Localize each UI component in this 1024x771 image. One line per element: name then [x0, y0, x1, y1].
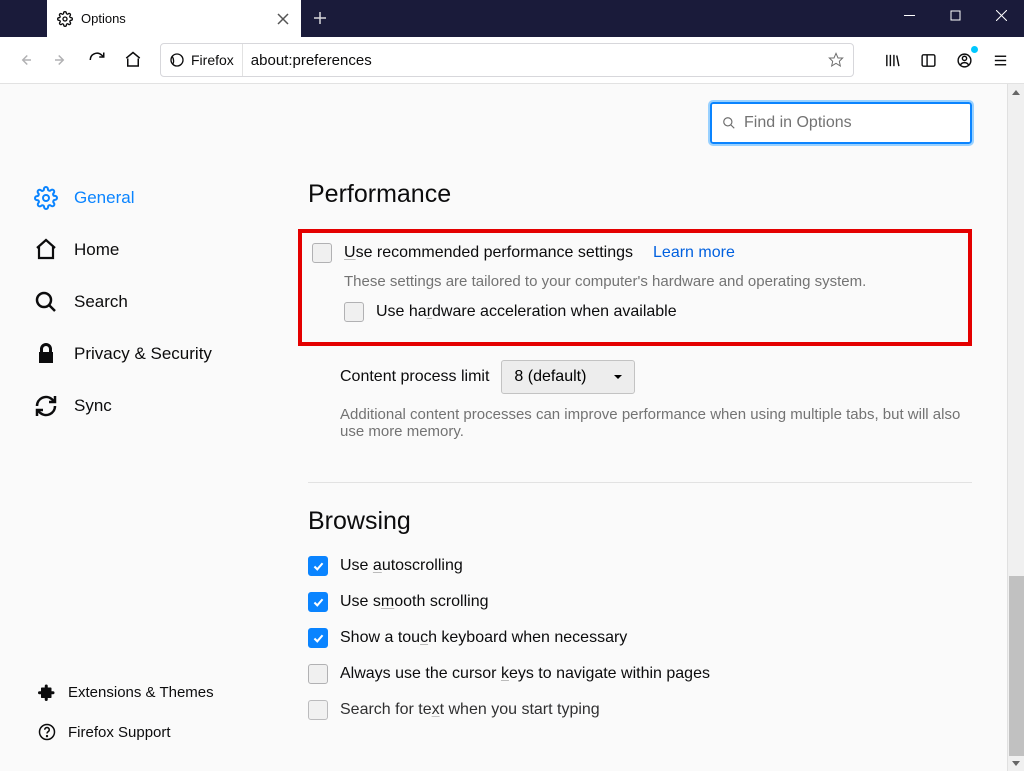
back-button[interactable]	[8, 43, 42, 77]
account-button[interactable]	[948, 44, 980, 76]
firefox-icon	[169, 52, 185, 68]
checkbox-label: Use smooth scrolling	[340, 593, 489, 611]
browsing-heading: Browsing	[308, 507, 972, 536]
sidebar-item-label: Privacy & Security	[74, 344, 212, 364]
find-in-options[interactable]	[710, 102, 972, 144]
learn-more-link[interactable]: Learn more	[653, 244, 735, 262]
close-window-button[interactable]	[978, 0, 1024, 30]
touch-keyboard-checkbox[interactable]	[308, 628, 328, 648]
preferences-sidebar: General Home Search Privacy & Security S…	[0, 84, 260, 771]
nav-toolbar: Firefox about:preferences	[0, 37, 1024, 84]
url-bar[interactable]: Firefox about:preferences	[160, 43, 854, 77]
maximize-button[interactable]	[932, 0, 978, 30]
scroll-down-button[interactable]	[1008, 754, 1024, 771]
search-text-checkbox[interactable]	[308, 700, 328, 720]
gear-icon	[34, 186, 58, 210]
autoscroll-checkbox[interactable]	[308, 556, 328, 576]
chevron-down-icon	[612, 371, 624, 383]
performance-heading: Performance	[308, 180, 972, 209]
window-titlebar: Options	[0, 0, 1024, 37]
notification-dot-icon	[971, 46, 978, 53]
content-process-select[interactable]: 8 (default)	[501, 360, 635, 394]
vertical-scrollbar[interactable]	[1007, 84, 1024, 771]
checkbox-label: Use recommended performance settings	[344, 244, 633, 262]
recommended-perf-checkbox[interactable]	[312, 243, 332, 263]
sidebar-item-privacy[interactable]: Privacy & Security	[34, 328, 260, 380]
sidebar-item-home[interactable]: Home	[34, 224, 260, 276]
url-text: about:preferences	[243, 52, 819, 69]
sidebar-item-search[interactable]: Search	[34, 276, 260, 328]
checkbox-label: Search for text when you start typing	[340, 701, 600, 719]
firefox-support-link[interactable]: Firefox Support	[38, 723, 260, 741]
new-tab-button[interactable]	[305, 3, 335, 33]
preferences-main: Performance Use recommended performance …	[260, 84, 1024, 771]
link-label: Firefox Support	[68, 724, 171, 741]
section-divider	[308, 482, 972, 483]
scrollbar-thumb[interactable]	[1009, 576, 1024, 756]
gear-icon	[57, 11, 73, 27]
checkbox-label: Always use the cursor keys to navigate w…	[340, 665, 710, 683]
link-label: Extensions & Themes	[68, 684, 214, 701]
sidebar-item-sync[interactable]: Sync	[34, 380, 260, 432]
sidebar-item-label: General	[74, 188, 134, 208]
scroll-up-button[interactable]	[1008, 84, 1024, 101]
sidebar-item-general[interactable]: General	[34, 172, 260, 224]
tab-close-icon[interactable]	[275, 11, 291, 27]
sidebar-item-label: Search	[74, 292, 128, 312]
puzzle-icon	[38, 683, 56, 701]
select-value: 8 (default)	[514, 368, 586, 386]
search-icon	[34, 290, 58, 314]
home-icon	[34, 238, 58, 262]
sidebar-item-label: Sync	[74, 396, 112, 416]
identity-label: Firefox	[191, 52, 234, 68]
library-button[interactable]	[876, 44, 908, 76]
extensions-themes-link[interactable]: Extensions & Themes	[38, 683, 260, 701]
find-input[interactable]	[744, 114, 960, 132]
hw-accel-checkbox[interactable]	[344, 302, 364, 322]
search-icon	[722, 116, 736, 130]
bookmark-star-button[interactable]	[819, 52, 853, 68]
cpl-description: Additional content processes can improve…	[340, 406, 972, 440]
sync-icon	[34, 394, 58, 418]
highlight-box: Use recommended performance settings Lea…	[298, 229, 972, 346]
minimize-button[interactable]	[886, 0, 932, 30]
sidebar-button[interactable]	[912, 44, 944, 76]
home-button[interactable]	[116, 43, 150, 77]
lock-icon	[34, 342, 58, 366]
checkbox-label: Use autoscrolling	[340, 557, 463, 575]
menu-button[interactable]	[984, 44, 1016, 76]
perf-description: These settings are tailored to your comp…	[344, 273, 964, 290]
cursor-keys-checkbox[interactable]	[308, 664, 328, 684]
help-icon	[38, 723, 56, 741]
reload-button[interactable]	[80, 43, 114, 77]
tab-title: Options	[81, 11, 275, 26]
checkbox-label: Show a touch keyboard when necessary	[340, 629, 627, 647]
sidebar-item-label: Home	[74, 240, 119, 260]
smooth-scroll-checkbox[interactable]	[308, 592, 328, 612]
forward-button[interactable]	[44, 43, 78, 77]
identity-box[interactable]: Firefox	[161, 44, 243, 76]
checkbox-label: Use hardware acceleration when available	[376, 303, 677, 321]
content-process-label: Content process limit	[340, 368, 489, 386]
browser-tab[interactable]: Options	[47, 0, 301, 37]
window-controls	[886, 0, 1024, 30]
